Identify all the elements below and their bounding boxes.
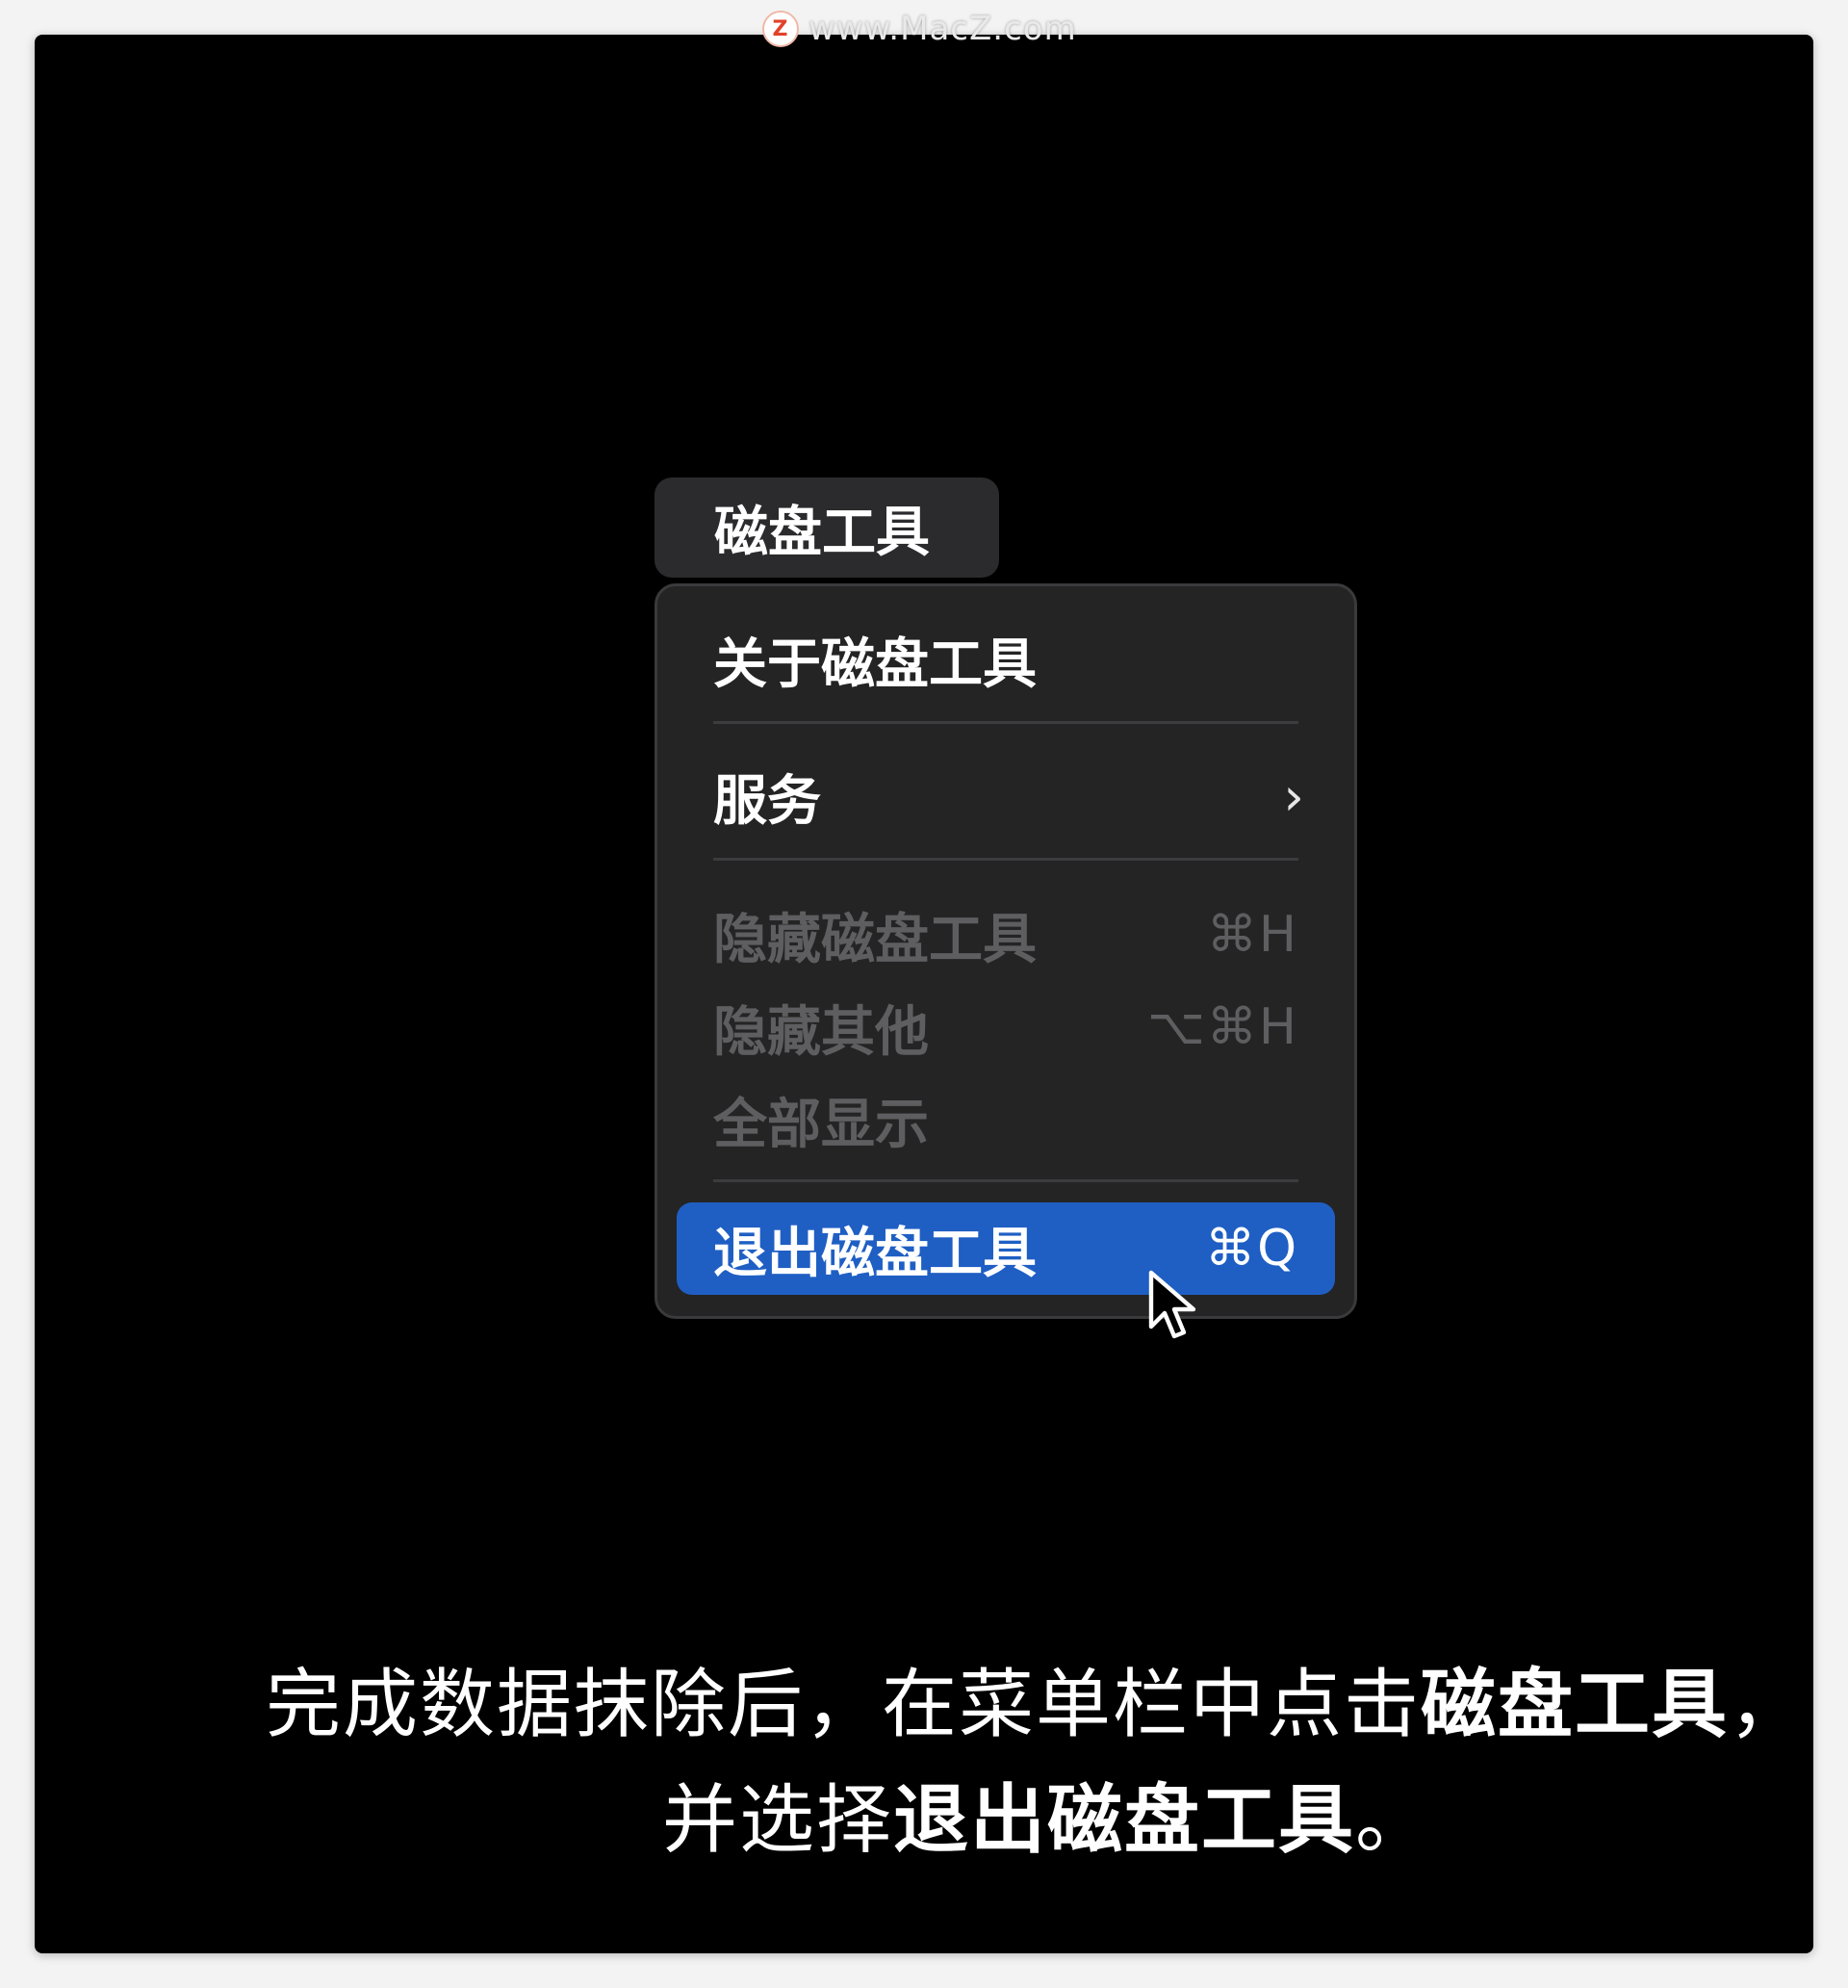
menu-item-label: 隐藏磁盘工具 [713, 908, 1037, 971]
page-frame: Z www.MacZ.com 磁盘工具 关于磁盘工具 服务 › 隐藏磁盘工具 ⌘… [0, 0, 1848, 1988]
app-menu-dropdown: 关于磁盘工具 服务 › 隐藏磁盘工具 ⌘H 隐藏其他 ⌥⌘H 全部显示 退出磁盘… [654, 583, 1357, 1319]
menu-separator [713, 1179, 1298, 1182]
caption-text: 完成数据抹除后，在菜单栏中点击 [266, 1662, 1422, 1748]
caption-highlight: 退出磁盘工具 [893, 1777, 1356, 1864]
menu-item-label: 关于磁盘工具 [713, 633, 1037, 696]
menu-item-shortcut: ⌥⌘H [1146, 998, 1298, 1056]
menubar-app-title[interactable]: 磁盘工具 [654, 478, 999, 578]
menu-item-label: 全部显示 [713, 1093, 929, 1156]
macz-logo-icon: Z [762, 11, 799, 47]
watermark-text: www.MacZ.com [808, 10, 1077, 48]
caption-punctuation: ， [1729, 1662, 1807, 1748]
menu-item-services[interactable]: 服务 › [677, 750, 1335, 842]
chevron-right-icon: › [1283, 765, 1304, 827]
menu-item-hide: 隐藏磁盘工具 ⌘H [677, 889, 1335, 981]
watermark: Z www.MacZ.com [762, 8, 1077, 50]
caption-line-1: 完成数据抹除后，在菜单栏中点击磁盘工具， [266, 1644, 1813, 1752]
menu-item-quit[interactable]: 退出磁盘工具 ⌘Q [677, 1202, 1335, 1295]
menu-item-label: 隐藏其他 [713, 1000, 929, 1064]
menu-item-about[interactable]: 关于磁盘工具 [677, 613, 1335, 706]
screen: 磁盘工具 关于磁盘工具 服务 › 隐藏磁盘工具 ⌘H 隐藏其他 ⌥⌘H 全部显示 [35, 35, 1813, 1953]
caption-punctuation: 。 [1355, 1777, 1433, 1864]
menu-item-hide-others: 隐藏其他 ⌥⌘H [677, 981, 1335, 1073]
menu-item-show-all: 全部显示 [677, 1073, 1335, 1166]
menu-item-label: 服务 [713, 769, 821, 833]
menu-separator [713, 721, 1298, 724]
caption-line-2: 并选择退出磁盘工具。 [662, 1760, 1813, 1868]
mouse-pointer-icon [1148, 1270, 1196, 1339]
caption-highlight: 磁盘工具 [1421, 1662, 1730, 1748]
caption-text: 并选择 [662, 1777, 894, 1864]
menu-item-label: 退出磁盘工具 [713, 1222, 1037, 1285]
menu-separator [713, 858, 1298, 861]
menu-item-shortcut: ⌘Q [1205, 1220, 1298, 1278]
menu-item-shortcut: ⌘H [1206, 906, 1298, 964]
